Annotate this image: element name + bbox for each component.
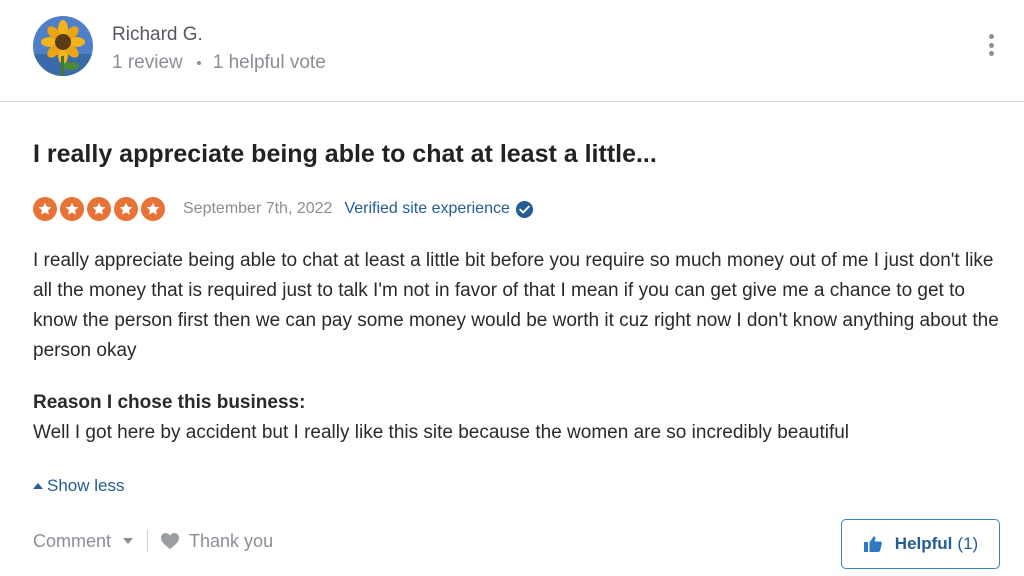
thank-you-label: Thank you — [189, 530, 274, 551]
review-title: I really appreciate being able to chat a… — [33, 140, 657, 168]
caret-up-icon — [33, 483, 43, 489]
review-actions: Comment Thank you — [33, 530, 273, 552]
review-body: I really appreciate being able to chat a… — [33, 250, 999, 361]
separator-dot — [196, 61, 201, 65]
star-icon — [60, 197, 84, 221]
helpful-label: Helpful — [894, 534, 953, 553]
star-icon — [33, 197, 57, 221]
star-rating — [33, 197, 168, 221]
reason-heading: Reason I chose this business: — [33, 392, 306, 413]
more-options-icon[interactable] — [982, 34, 1000, 56]
sunflower-avatar-image — [33, 16, 93, 76]
helpful-button[interactable]: Helpful (1) — [841, 519, 1000, 569]
thank-you-button[interactable]: Thank you — [160, 531, 273, 552]
helpful-vote-count: 1 helpful vote — [212, 52, 326, 73]
star-icon — [141, 197, 165, 221]
action-divider — [147, 530, 149, 552]
show-less-label: Show less — [47, 476, 125, 495]
thumbs-up-icon — [863, 536, 882, 552]
reviewer-header: Richard G. 1 review 1 helpful vote — [0, 0, 1024, 102]
show-less-link[interactable]: Show less — [33, 476, 124, 496]
reviewer-name[interactable]: Richard G. — [112, 24, 203, 46]
review-date: September 7th, 2022 — [183, 200, 333, 217]
comment-label: Comment — [33, 530, 112, 551]
reviewer-stats: 1 review 1 helpful vote — [112, 52, 326, 74]
rating-row: September 7th, 2022 Verified site experi… — [33, 196, 534, 222]
verified-check-icon — [515, 200, 533, 218]
helpful-count: (1) — [957, 534, 979, 553]
heart-icon — [161, 533, 180, 549]
verified-badge[interactable]: Verified site experience — [344, 200, 533, 219]
reason-text: Well I got here by accident but I really… — [33, 422, 850, 443]
verified-label: Verified site experience — [344, 200, 510, 217]
star-icon — [114, 197, 138, 221]
review-card: Richard G. 1 review 1 helpful vote I rea… — [0, 0, 1024, 576]
reviewer-avatar[interactable] — [33, 16, 93, 76]
caret-down-icon — [123, 538, 134, 544]
star-icon — [87, 197, 111, 221]
comment-button[interactable]: Comment — [33, 530, 134, 552]
review-count: 1 review — [112, 52, 183, 73]
